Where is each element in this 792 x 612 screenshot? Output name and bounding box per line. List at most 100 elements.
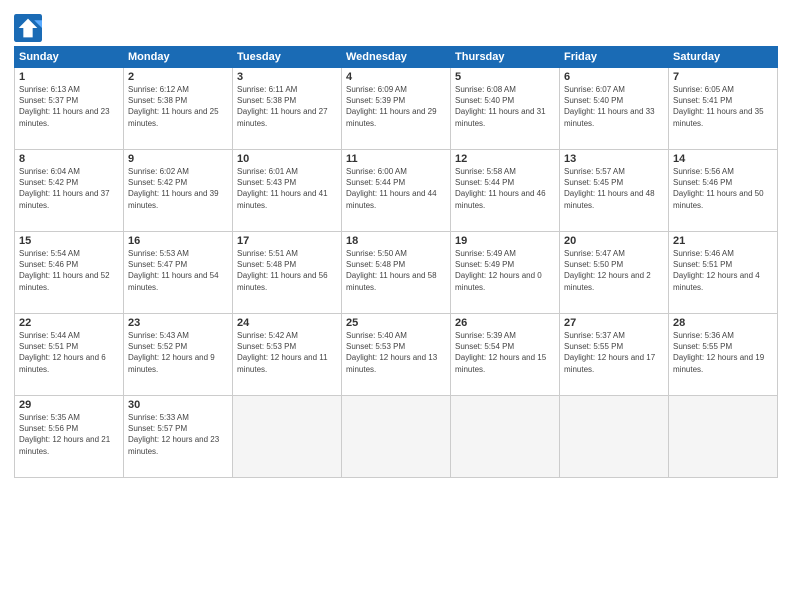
- day-info: Sunrise: 6:05 AMSunset: 5:41 PMDaylight:…: [673, 85, 764, 128]
- day-number: 23: [128, 317, 228, 329]
- calendar-cell: 27 Sunrise: 5:37 AMSunset: 5:55 PMDayligh…: [560, 314, 669, 396]
- header-saturday: Saturday: [669, 47, 778, 68]
- calendar-cell: [233, 396, 342, 478]
- calendar-cell: 5 Sunrise: 6:08 AMSunset: 5:40 PMDaylight…: [451, 68, 560, 150]
- day-info: Sunrise: 6:09 AMSunset: 5:39 PMDaylight:…: [346, 85, 437, 128]
- calendar-cell: 6Sunrise: 6:07 AMSunset: 5:40 PMDaylight…: [560, 68, 669, 150]
- header-monday: Monday: [124, 47, 233, 68]
- day-number: 19: [455, 235, 555, 247]
- calendar-week-3: 15 Sunrise: 5:54 AMSunset: 5:46 PMDayligh…: [15, 232, 778, 314]
- calendar-week-2: 8 Sunrise: 6:04 AMSunset: 5:42 PMDaylight…: [15, 150, 778, 232]
- day-number: 1: [19, 71, 119, 83]
- day-info: Sunrise: 6:07 AMSunset: 5:40 PMDaylight:…: [564, 85, 655, 128]
- day-info: Sunrise: 5:54 AMSunset: 5:46 PMDaylight:…: [19, 249, 110, 292]
- header-sunday: Sunday: [15, 47, 124, 68]
- calendar-cell: 22 Sunrise: 5:44 AMSunset: 5:51 PMDayligh…: [15, 314, 124, 396]
- day-info: Sunrise: 5:58 AMSunset: 5:44 PMDaylight:…: [455, 167, 546, 210]
- day-number: 18: [346, 235, 446, 247]
- day-info: Sunrise: 5:50 AMSunset: 5:48 PMDaylight:…: [346, 249, 437, 292]
- calendar-cell: [451, 396, 560, 478]
- day-number: 8: [19, 153, 119, 165]
- calendar-cell: 18 Sunrise: 5:50 AMSunset: 5:48 PMDayligh…: [342, 232, 451, 314]
- day-info: Sunrise: 6:01 AMSunset: 5:43 PMDaylight:…: [237, 167, 328, 210]
- day-info: Sunrise: 5:57 AMSunset: 5:45 PMDaylight:…: [564, 167, 655, 210]
- day-number: 20: [564, 235, 664, 247]
- calendar-cell: 3 Sunrise: 6:11 AMSunset: 5:38 PMDaylight…: [233, 68, 342, 150]
- day-info: Sunrise: 5:51 AMSunset: 5:48 PMDaylight:…: [237, 249, 328, 292]
- day-info: Sunrise: 5:43 AMSunset: 5:52 PMDaylight:…: [128, 331, 215, 374]
- day-number: 13: [564, 153, 664, 165]
- day-info: Sunrise: 6:13 AMSunset: 5:37 PMDaylight:…: [19, 85, 110, 128]
- day-info: Sunrise: 5:42 AMSunset: 5:53 PMDaylight:…: [237, 331, 328, 374]
- day-number: 30: [128, 399, 228, 411]
- calendar-cell: 9 Sunrise: 6:02 AMSunset: 5:42 PMDaylight…: [124, 150, 233, 232]
- header-thursday: Thursday: [451, 47, 560, 68]
- day-number: 15: [19, 235, 119, 247]
- calendar-week-5: 29 Sunrise: 5:35 AMSunset: 5:56 PMDayligh…: [15, 396, 778, 478]
- day-info: Sunrise: 6:04 AMSunset: 5:42 PMDaylight:…: [19, 167, 110, 210]
- calendar-cell: 19 Sunrise: 5:49 AMSunset: 5:49 PMDayligh…: [451, 232, 560, 314]
- calendar-cell: 12 Sunrise: 5:58 AMSunset: 5:44 PMDayligh…: [451, 150, 560, 232]
- calendar: SundayMondayTuesdayWednesdayThursdayFrid…: [14, 46, 778, 478]
- day-info: Sunrise: 5:39 AMSunset: 5:54 PMDaylight:…: [455, 331, 546, 374]
- calendar-cell: 25 Sunrise: 5:40 AMSunset: 5:53 PMDayligh…: [342, 314, 451, 396]
- day-number: 25: [346, 317, 446, 329]
- day-info: Sunrise: 5:46 AMSunset: 5:51 PMDaylight:…: [673, 249, 760, 292]
- day-number: 9: [128, 153, 228, 165]
- day-info: Sunrise: 5:44 AMSunset: 5:51 PMDaylight:…: [19, 331, 106, 374]
- day-info: Sunrise: 5:37 AMSunset: 5:55 PMDaylight:…: [564, 331, 655, 374]
- day-number: 3: [237, 71, 337, 83]
- header: [14, 10, 778, 42]
- calendar-cell: 7 Sunrise: 6:05 AMSunset: 5:41 PMDaylight…: [669, 68, 778, 150]
- logo: [14, 14, 45, 42]
- calendar-cell: 17Sunrise: 5:51 AMSunset: 5:48 PMDayligh…: [233, 232, 342, 314]
- day-number: 12: [455, 153, 555, 165]
- day-info: Sunrise: 5:56 AMSunset: 5:46 PMDaylight:…: [673, 167, 764, 210]
- logo-icon: [14, 14, 42, 42]
- calendar-cell: 23 Sunrise: 5:43 AMSunset: 5:52 PMDayligh…: [124, 314, 233, 396]
- calendar-cell: 13 Sunrise: 5:57 AMSunset: 5:45 PMDayligh…: [560, 150, 669, 232]
- day-number: 11: [346, 153, 446, 165]
- header-wednesday: Wednesday: [342, 47, 451, 68]
- calendar-cell: 15 Sunrise: 5:54 AMSunset: 5:46 PMDayligh…: [15, 232, 124, 314]
- calendar-week-4: 22 Sunrise: 5:44 AMSunset: 5:51 PMDayligh…: [15, 314, 778, 396]
- calendar-cell: 29 Sunrise: 5:35 AMSunset: 5:56 PMDayligh…: [15, 396, 124, 478]
- day-number: 26: [455, 317, 555, 329]
- day-number: 2: [128, 71, 228, 83]
- calendar-cell: 28Sunrise: 5:36 AMSunset: 5:55 PMDayligh…: [669, 314, 778, 396]
- day-info: Sunrise: 6:11 AMSunset: 5:38 PMDaylight:…: [237, 85, 328, 128]
- day-info: Sunrise: 6:02 AMSunset: 5:42 PMDaylight:…: [128, 167, 219, 210]
- day-number: 27: [564, 317, 664, 329]
- calendar-week-1: 1 Sunrise: 6:13 AMSunset: 5:37 PMDaylight…: [15, 68, 778, 150]
- day-info: Sunrise: 5:53 AMSunset: 5:47 PMDaylight:…: [128, 249, 219, 292]
- calendar-cell: 26 Sunrise: 5:39 AMSunset: 5:54 PMDayligh…: [451, 314, 560, 396]
- day-number: 29: [19, 399, 119, 411]
- day-number: 16: [128, 235, 228, 247]
- calendar-cell: 10 Sunrise: 6:01 AMSunset: 5:43 PMDayligh…: [233, 150, 342, 232]
- day-info: Sunrise: 6:00 AMSunset: 5:44 PMDaylight:…: [346, 167, 437, 210]
- day-number: 10: [237, 153, 337, 165]
- calendar-cell: 20 Sunrise: 5:47 AMSunset: 5:50 PMDayligh…: [560, 232, 669, 314]
- calendar-cell: 14 Sunrise: 5:56 AMSunset: 5:46 PMDayligh…: [669, 150, 778, 232]
- day-info: Sunrise: 5:40 AMSunset: 5:53 PMDaylight:…: [346, 331, 437, 374]
- calendar-cell: 16 Sunrise: 5:53 AMSunset: 5:47 PMDayligh…: [124, 232, 233, 314]
- day-info: Sunrise: 5:33 AMSunset: 5:57 PMDaylight:…: [128, 413, 219, 456]
- day-info: Sunrise: 5:35 AMSunset: 5:56 PMDaylight:…: [19, 413, 110, 456]
- page: SundayMondayTuesdayWednesdayThursdayFrid…: [0, 0, 792, 612]
- day-number: 5: [455, 71, 555, 83]
- calendar-cell: 2Sunrise: 6:12 AMSunset: 5:38 PMDaylight…: [124, 68, 233, 150]
- calendar-cell: 30 Sunrise: 5:33 AMSunset: 5:57 PMDayligh…: [124, 396, 233, 478]
- calendar-cell: [342, 396, 451, 478]
- calendar-cell: 21 Sunrise: 5:46 AMSunset: 5:51 PMDayligh…: [669, 232, 778, 314]
- header-tuesday: Tuesday: [233, 47, 342, 68]
- day-info: Sunrise: 6:08 AMSunset: 5:40 PMDaylight:…: [455, 85, 546, 128]
- day-number: 22: [19, 317, 119, 329]
- calendar-header-row: SundayMondayTuesdayWednesdayThursdayFrid…: [15, 47, 778, 68]
- day-number: 28: [673, 317, 773, 329]
- day-info: Sunrise: 5:47 AMSunset: 5:50 PMDaylight:…: [564, 249, 651, 292]
- day-info: Sunrise: 5:49 AMSunset: 5:49 PMDaylight:…: [455, 249, 542, 292]
- day-number: 21: [673, 235, 773, 247]
- calendar-cell: 4Sunrise: 6:09 AMSunset: 5:39 PMDaylight…: [342, 68, 451, 150]
- day-number: 14: [673, 153, 773, 165]
- day-number: 7: [673, 71, 773, 83]
